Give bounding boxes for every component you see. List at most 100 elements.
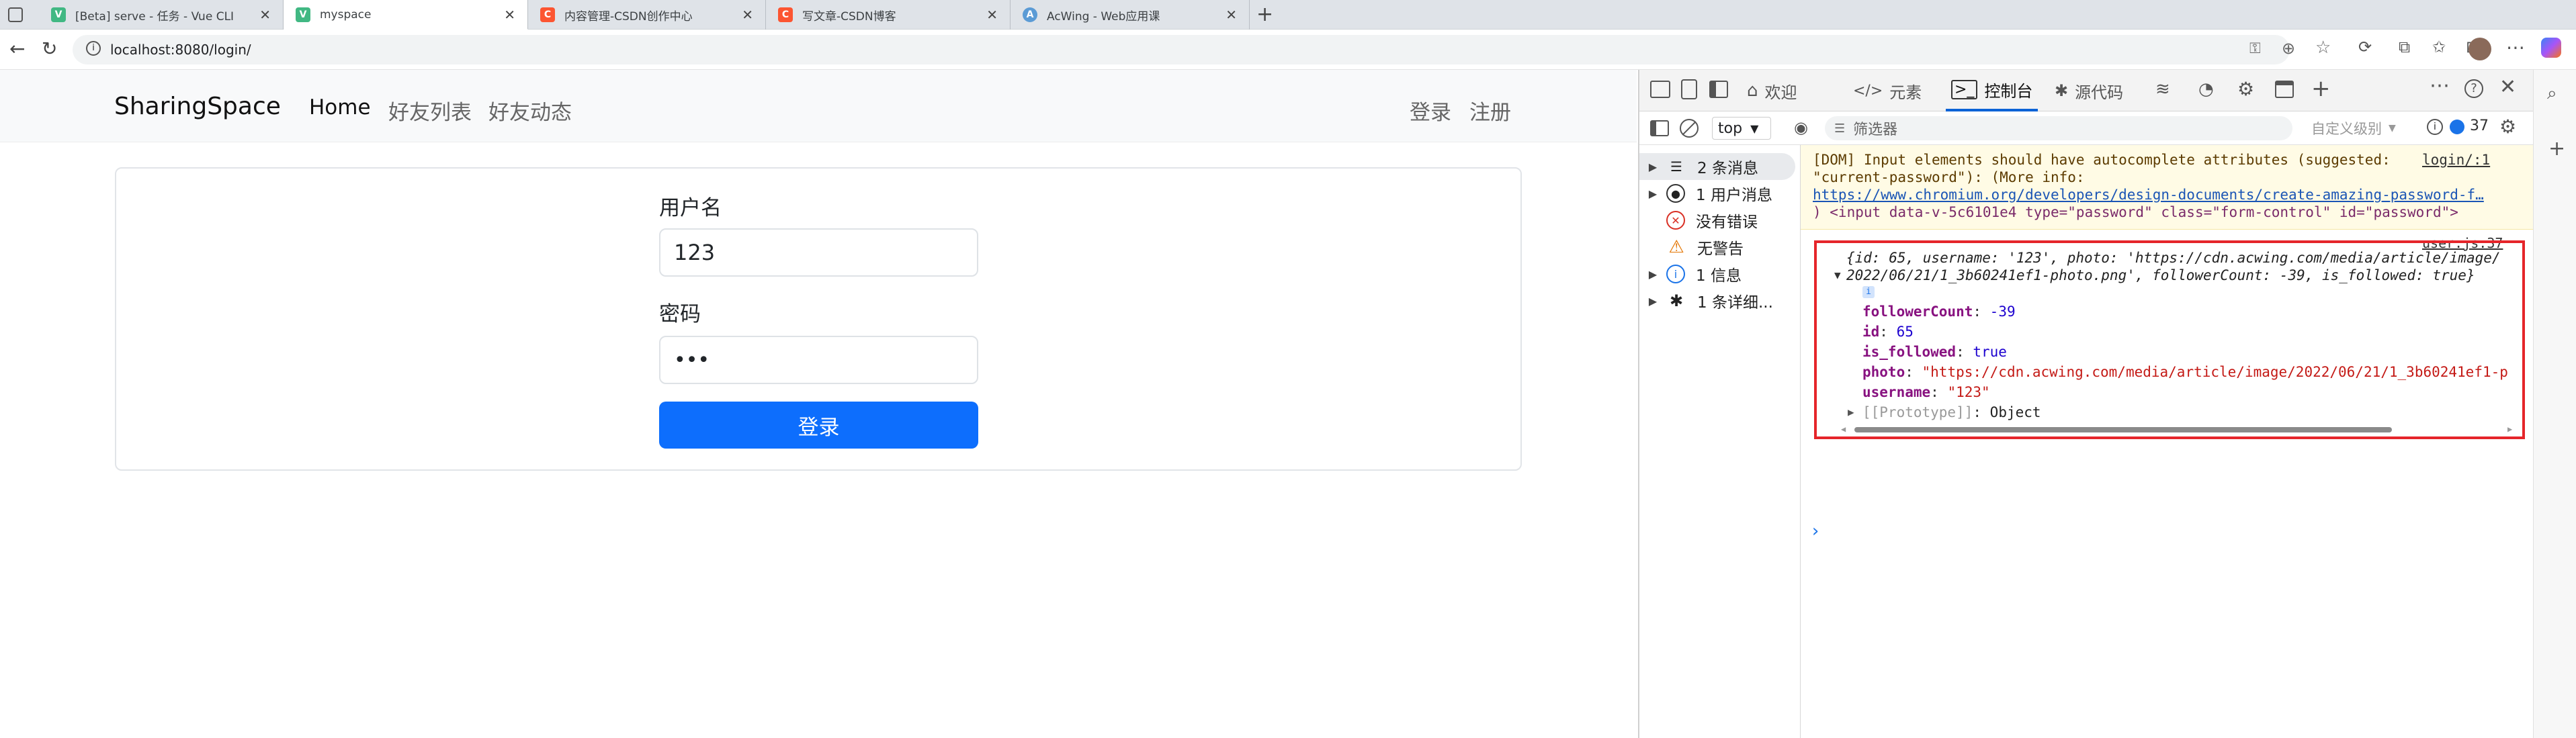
close-icon[interactable]: ✕	[504, 7, 515, 23]
tab-vue-cli[interactable]: V [Beta] serve - 任务 - Vue CLI ✕	[39, 0, 284, 30]
sidebar-item-messages[interactable]: ▶ ☰ 2 条消息	[1639, 153, 1795, 180]
nav-friend-feed[interactable]: 好友动态	[488, 95, 572, 126]
more-icon[interactable]: ⋯	[2506, 36, 2525, 58]
sidebar-item-warnings[interactable]: ⚠ 无警告	[1639, 234, 1801, 261]
devtools-tab-elements[interactable]: </> 元素	[1853, 70, 1922, 111]
split-screen-icon[interactable]: ⧉	[2399, 38, 2410, 56]
device-toolbar-icon[interactable]	[1681, 79, 1697, 99]
nav-home[interactable]: Home	[309, 95, 371, 120]
nav-login[interactable]: 登录	[1410, 95, 1451, 126]
console-settings-gear-icon[interactable]: ⚙	[2499, 116, 2516, 138]
tab-myspace[interactable]: V myspace ✕	[284, 0, 528, 30]
performance-icon[interactable]: ◔	[2198, 79, 2214, 99]
inspect-icon[interactable]	[1650, 81, 1670, 98]
console-prompt[interactable]: ›	[1810, 521, 1821, 541]
sidebar-item-label: 1 信息	[1696, 267, 1742, 285]
browser-sidebar: ⌕ +	[2533, 70, 2576, 738]
url-field[interactable]: i localhost:8080/login/	[73, 35, 2290, 64]
brand-logo[interactable]: SharingSpace	[114, 93, 281, 120]
more-options-icon[interactable]: ⋯	[2430, 74, 2450, 97]
tab-csdn-content[interactable]: C 内容管理-CSDN创作中心 ✕	[528, 0, 766, 30]
login-button[interactable]: 登录	[659, 402, 978, 449]
warning-info-link[interactable]: https://www.chromium.org/developers/desi…	[1813, 187, 2525, 203]
sidebar-item-label: 1 用户消息	[1696, 187, 1772, 204]
warning-icon: ⚠	[1668, 237, 1684, 257]
dock-icon[interactable]	[1709, 81, 1728, 98]
favorites-icon[interactable]: ✩	[2432, 38, 2446, 56]
tab-csdn-write[interactable]: C 写文章-CSDN博客 ✕	[766, 0, 1011, 30]
live-expression-eye-icon[interactable]: ◉	[1794, 118, 1808, 137]
chevron-down-icon: ▼	[2389, 123, 2396, 134]
devtools-tab-sources[interactable]: ✱ 源代码	[2055, 70, 2123, 111]
settings-gear-icon[interactable]: ⚙	[2237, 78, 2254, 100]
console-filter-input[interactable]: ☰ 筛选器	[1825, 116, 2292, 140]
issues-info-icon[interactable]: i	[2427, 119, 2443, 135]
warning-source-link[interactable]: login/:1	[2422, 152, 2490, 168]
close-icon[interactable]: ✕	[986, 7, 998, 23]
sidebar-item-user-messages[interactable]: ▶ ● 1 用户消息	[1639, 180, 1801, 207]
sidebar-toggle-icon[interactable]	[1650, 120, 1669, 136]
bug-icon: ✱	[2055, 81, 2069, 100]
zoom-icon[interactable]: ⊕	[2282, 39, 2295, 58]
console-filter-bar: top ▼ ◉ ☰ 筛选器 自定义级别 ▼ i 37 ⚙	[1639, 111, 2533, 145]
log-levels-select[interactable]: 自定义级别 ▼	[2311, 118, 2396, 138]
close-icon[interactable]: ✕	[1226, 7, 1237, 23]
more-tools-icon[interactable]: +	[2311, 75, 2331, 102]
nav-register[interactable]: 注册	[1469, 95, 1511, 126]
help-icon[interactable]: ?	[2464, 79, 2483, 98]
tab-acwing[interactable]: A AcWing - Web应用课 ✕	[1011, 0, 1250, 30]
sidebar-item-verbose[interactable]: ▶ ✱ 1 条详细...	[1639, 287, 1801, 314]
log-levels-label: 自定义级别	[2311, 121, 2382, 137]
vue-icon: V	[51, 7, 66, 22]
console-output: [DOM] Input elements should have autocom…	[1801, 145, 2533, 738]
reload-icon[interactable]: ↻	[42, 38, 57, 60]
add-icon[interactable]: +	[2548, 137, 2565, 160]
tab-label: 写文章-CSDN博客	[802, 9, 896, 24]
copilot-icon[interactable]	[2541, 38, 2561, 58]
home-icon: ⌂	[1747, 81, 1758, 101]
key-icon[interactable]: ⚿	[2249, 40, 2261, 57]
sidebar-item-info[interactable]: ▶ i 1 信息	[1639, 261, 1801, 287]
warning-element-snippet[interactable]: ) <input data-v-5c6101e4 type="password"…	[1813, 204, 2458, 220]
favorite-icon[interactable]: ☆	[2315, 38, 2331, 58]
devtools-tab-welcome[interactable]: ⌂ 欢迎	[1747, 70, 1797, 111]
close-icon[interactable]: ✕	[259, 7, 271, 23]
sidebar-item-label: 无警告	[1697, 240, 1744, 258]
devtools-toolbar: ⌂ 欢迎 </> 元素 >_ 控制台 ✱ 源代码 ≋ ◔ ⚙ + ⋯ ? ✕	[1639, 70, 2533, 111]
clear-console-icon[interactable]	[1680, 119, 1699, 138]
new-tab-icon[interactable]: +	[1256, 3, 1273, 26]
csdn-icon: C	[778, 7, 793, 22]
context-select[interactable]: top ▼	[1712, 117, 1771, 140]
app-navbar: SharingSpace Home 好友列表 好友动态 登录 注册	[0, 70, 1637, 142]
filter-placeholder: 筛选器	[1853, 122, 1898, 138]
avatar[interactable]	[2468, 38, 2491, 60]
close-devtools-icon[interactable]: ✕	[2499, 75, 2516, 99]
expand-arrow-icon: ▶	[1648, 160, 1658, 173]
nav-friend-list[interactable]: 好友列表	[388, 95, 472, 126]
info-icon[interactable]: i	[86, 41, 101, 56]
password-label: 密码	[659, 302, 701, 326]
application-icon[interactable]	[2275, 81, 2294, 98]
network-icon[interactable]: ≋	[2155, 79, 2170, 99]
issues-message-icon[interactable]	[2450, 120, 2464, 134]
url-text: localhost:8080/login/	[110, 42, 251, 58]
code-icon: </>	[1853, 82, 1883, 99]
sidebar-item-errors[interactable]: ✕ 没有错误	[1639, 207, 1801, 234]
password-input[interactable]: •••	[659, 336, 978, 384]
warning-text-line2: "current-password"): (More info:	[1813, 169, 2085, 185]
search-icon[interactable]: ⌕	[2547, 83, 2557, 104]
refresh-extension-icon[interactable]: ⟳	[2358, 38, 2372, 56]
issues-count[interactable]: 37	[2470, 118, 2489, 134]
acwing-icon: A	[1023, 7, 1037, 22]
back-icon[interactable]: ←	[9, 38, 25, 60]
context-value: top	[1718, 120, 1743, 137]
sidebar-item-label: 没有错误	[1696, 214, 1758, 231]
username-input[interactable]: 123	[659, 228, 978, 277]
csdn-icon: C	[540, 7, 555, 22]
tab-label: 欢迎	[1764, 83, 1797, 102]
tab-actions-icon[interactable]	[8, 7, 23, 22]
error-icon: ✕	[1666, 211, 1685, 230]
sidebar-item-label: 2 条消息	[1697, 160, 1758, 177]
devtools-tab-console[interactable]: >_ 控制台	[1946, 70, 2038, 111]
close-icon[interactable]: ✕	[742, 7, 753, 23]
